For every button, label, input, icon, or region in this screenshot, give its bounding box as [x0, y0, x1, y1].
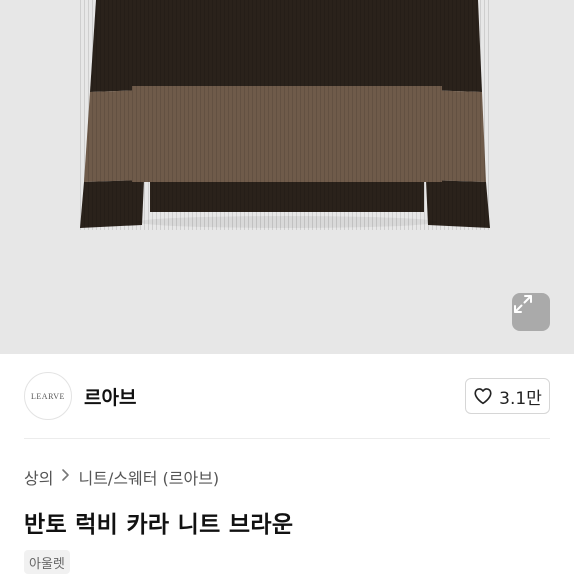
like-button[interactable]: 3.1만 — [465, 378, 550, 414]
expand-diagonal-icon — [514, 295, 532, 313]
outlet-tag: 아울렛 — [24, 550, 70, 574]
breadcrumb-item-category[interactable]: 상의 — [24, 465, 53, 489]
product-title: 반토 럭비 카라 니트 브라운 — [24, 512, 294, 538]
breadcrumb-item-subcategory[interactable]: 니트/스웨터 (르아브) — [78, 465, 219, 489]
heart-outline-icon — [474, 388, 492, 405]
like-count: 3.1만 — [499, 388, 542, 409]
seller-avatar[interactable]: LEARVE — [24, 372, 72, 420]
chevron-right-icon — [61, 468, 70, 486]
seller-avatar-logo-text: LEARVE — [31, 391, 65, 401]
breadcrumb: 상의 니트/스웨터 (르아브) — [24, 465, 219, 489]
seller-name[interactable]: 르아브 — [84, 383, 136, 410]
product-image[interactable] — [0, 0, 574, 354]
sweater-illustration — [80, 0, 492, 230]
expand-image-button[interactable] — [512, 293, 550, 331]
section-divider — [24, 438, 550, 439]
